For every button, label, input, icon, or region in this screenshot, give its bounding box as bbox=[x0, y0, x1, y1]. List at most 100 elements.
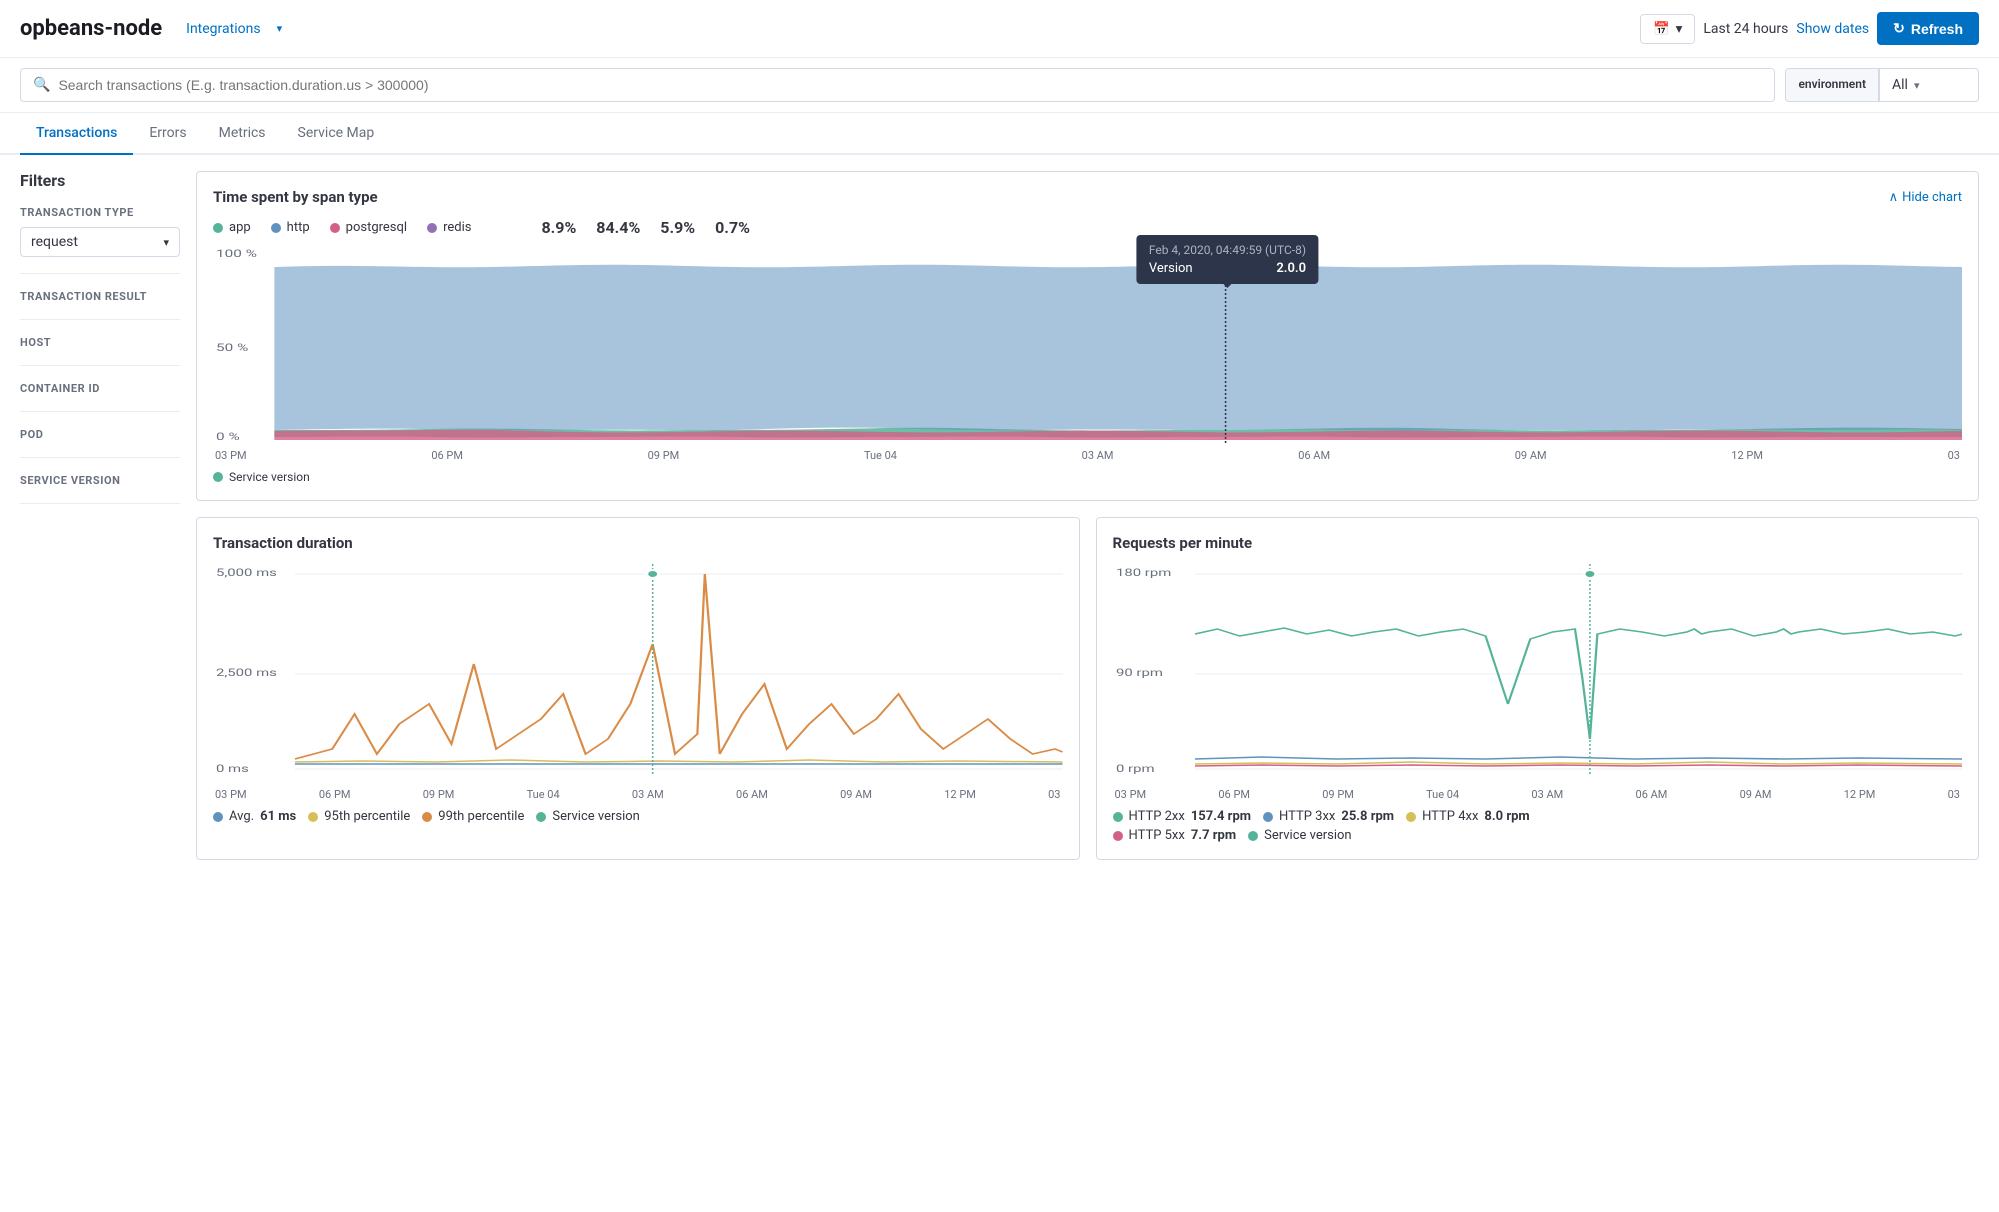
rpm-chart-title: Requests per minute bbox=[1113, 534, 1253, 552]
redis-label: redis bbox=[443, 220, 471, 235]
pod-label[interactable]: POD bbox=[20, 428, 180, 441]
http3xx-legend: HTTP 3xx 25.8 rpm bbox=[1263, 809, 1394, 824]
svg-text:0 %: 0 % bbox=[216, 432, 240, 444]
tab-service-map[interactable]: Service Map bbox=[282, 113, 391, 155]
d-xaxis-6: 06 AM bbox=[736, 788, 768, 801]
duration-chart-card: Transaction duration 5,000 ms 2,500 ms 0… bbox=[196, 517, 1080, 860]
header: opbeans-node Integrations ▾ 📅 ▾ Last 24 … bbox=[0, 0, 1999, 58]
hide-chart-button[interactable]: ∧ Hide chart bbox=[1889, 190, 1962, 205]
d-xaxis-8: 12 PM bbox=[944, 788, 976, 801]
p99-dot bbox=[422, 812, 432, 822]
transaction-type-value: request bbox=[31, 234, 78, 250]
http-label: http bbox=[287, 220, 310, 235]
span-chart-title: Time spent by span type bbox=[213, 188, 378, 206]
r-xaxis-5: 03 AM bbox=[1531, 788, 1563, 801]
time-controls: 📅 ▾ Last 24 hours Show dates ↻ Refresh bbox=[1640, 12, 1979, 45]
span-area-chart: 100 % 50 % 0 % bbox=[213, 245, 1962, 445]
rpm-chart-card: Requests per minute 180 rpm 90 rpm 0 rpm bbox=[1096, 517, 1980, 860]
container-id-label[interactable]: CONTAINER ID bbox=[20, 382, 180, 395]
tabs-bar: Transactions Errors Metrics Service Map bbox=[0, 113, 1999, 155]
redis-dot bbox=[427, 223, 437, 233]
service-version-text: Service version bbox=[229, 470, 310, 484]
tab-metrics[interactable]: Metrics bbox=[203, 113, 282, 155]
app-title: opbeans-node bbox=[20, 16, 162, 41]
service-version-label[interactable]: SERVICE VERSION bbox=[20, 474, 180, 487]
avg-legend: Avg. 61 ms bbox=[213, 809, 296, 824]
span-legend: app http postgresql redis 8.9% 84.4% 5.9… bbox=[213, 218, 1962, 237]
refresh-button[interactable]: ↻ Refresh bbox=[1877, 12, 1979, 45]
xaxis-label-3: 09 PM bbox=[648, 449, 680, 462]
app-pct: 8.9% bbox=[541, 218, 576, 237]
http-pct: 84.4% bbox=[596, 218, 640, 237]
search-bar: 🔍 environment All ▾ bbox=[0, 58, 1999, 113]
xaxis-label-9: 03 bbox=[1948, 449, 1960, 462]
svc-version-label: Service version bbox=[552, 809, 640, 824]
search-input-wrap: 🔍 bbox=[20, 68, 1775, 102]
tab-transactions[interactable]: Transactions bbox=[20, 113, 133, 155]
http4xx-value: 8.0 rpm bbox=[1484, 809, 1529, 824]
d-xaxis-3: 09 PM bbox=[423, 788, 455, 801]
duration-legend: Avg. 61 ms 95th percentile 99th percenti… bbox=[213, 809, 1063, 824]
tab-errors[interactable]: Errors bbox=[133, 113, 202, 155]
r-xaxis-6: 06 AM bbox=[1636, 788, 1668, 801]
refresh-label: Refresh bbox=[1911, 21, 1963, 37]
environment-filter: environment All ▾ bbox=[1785, 68, 1979, 102]
refresh-icon: ↻ bbox=[1893, 20, 1905, 37]
svg-text:0 ms: 0 ms bbox=[216, 763, 249, 775]
http-dot bbox=[271, 223, 281, 233]
duration-chart-header: Transaction duration bbox=[213, 534, 1063, 552]
postgresql-dot bbox=[330, 223, 340, 233]
r-xaxis-8: 12 PM bbox=[1844, 788, 1876, 801]
xaxis-label-6: 06 AM bbox=[1298, 449, 1330, 462]
svc-version-legend: Service version bbox=[536, 809, 640, 824]
search-icon: 🔍 bbox=[33, 77, 50, 93]
chevron-down-icon: ▾ bbox=[163, 236, 169, 249]
chevron-down-icon: ▾ bbox=[1676, 21, 1683, 37]
chevron-down-icon: ▾ bbox=[1914, 79, 1920, 92]
svg-text:90 rpm: 90 rpm bbox=[1115, 667, 1162, 679]
d-xaxis-2: 06 PM bbox=[319, 788, 351, 801]
filter-transaction-type: TRANSACTION TYPE request ▾ bbox=[20, 206, 180, 274]
integrations-link[interactable]: Integrations bbox=[186, 21, 260, 37]
rpm-chart-header: Requests per minute bbox=[1113, 534, 1963, 552]
span-chart-container: Feb 4, 2020, 04:49:59 (UTC-8) Version 2.… bbox=[213, 245, 1962, 484]
rpm-legend: HTTP 2xx 157.4 rpm HTTP 3xx 25.8 rpm HTT… bbox=[1113, 809, 1963, 843]
http4xx-label: HTTP 4xx bbox=[1422, 809, 1478, 824]
svg-text:100 %: 100 % bbox=[216, 249, 257, 261]
transaction-type-select[interactable]: request ▾ bbox=[20, 227, 180, 257]
redis-pct: 0.7% bbox=[715, 218, 750, 237]
http5xx-legend: HTTP 5xx 7.7 rpm bbox=[1113, 828, 1237, 843]
svg-text:50 %: 50 % bbox=[216, 343, 248, 355]
http2xx-label: HTTP 2xx bbox=[1129, 809, 1185, 824]
rpm-xaxis: 03 PM 06 PM 09 PM Tue 04 03 AM 06 AM 09 … bbox=[1113, 788, 1963, 801]
show-dates-link[interactable]: Show dates bbox=[1796, 21, 1869, 37]
postgresql-pct: 5.9% bbox=[660, 218, 695, 237]
http2xx-dot bbox=[1113, 812, 1123, 822]
environment-value: All bbox=[1892, 77, 1908, 93]
span-type-chart-card: Time spent by span type ∧ Hide chart app… bbox=[196, 171, 1979, 501]
search-input[interactable] bbox=[58, 77, 1762, 93]
filter-container-id: CONTAINER ID bbox=[20, 382, 180, 412]
avg-label: Avg. bbox=[229, 809, 254, 824]
r-xaxis-2: 06 PM bbox=[1218, 788, 1250, 801]
d-xaxis-9: 03 bbox=[1048, 788, 1060, 801]
transaction-result-label[interactable]: TRANSACTION RESULT bbox=[20, 290, 180, 303]
calendar-button[interactable]: 📅 ▾ bbox=[1640, 14, 1695, 44]
host-label[interactable]: HOST bbox=[20, 336, 180, 349]
svc-version-dot bbox=[536, 812, 546, 822]
filter-pod: POD bbox=[20, 428, 180, 458]
filter-service-version: SERVICE VERSION bbox=[20, 474, 180, 504]
calendar-icon: 📅 bbox=[1653, 21, 1670, 37]
svg-text:2,500 ms: 2,500 ms bbox=[216, 667, 277, 679]
svg-text:5,000 ms: 5,000 ms bbox=[216, 567, 277, 579]
http5xx-label: HTTP 5xx bbox=[1129, 828, 1185, 843]
sidebar: Filters TRANSACTION TYPE request ▾ TRANS… bbox=[20, 171, 180, 860]
p95-legend: 95th percentile bbox=[308, 809, 410, 824]
legend-app: app bbox=[213, 220, 251, 235]
r-xaxis-4: Tue 04 bbox=[1426, 788, 1459, 801]
xaxis-label-1: 03 PM bbox=[215, 449, 247, 462]
r-xaxis-1: 03 PM bbox=[1115, 788, 1147, 801]
legend-postgresql: postgresql bbox=[330, 220, 407, 235]
svg-text:0 rpm: 0 rpm bbox=[1115, 763, 1154, 775]
environment-select[interactable]: All ▾ bbox=[1879, 68, 1979, 102]
